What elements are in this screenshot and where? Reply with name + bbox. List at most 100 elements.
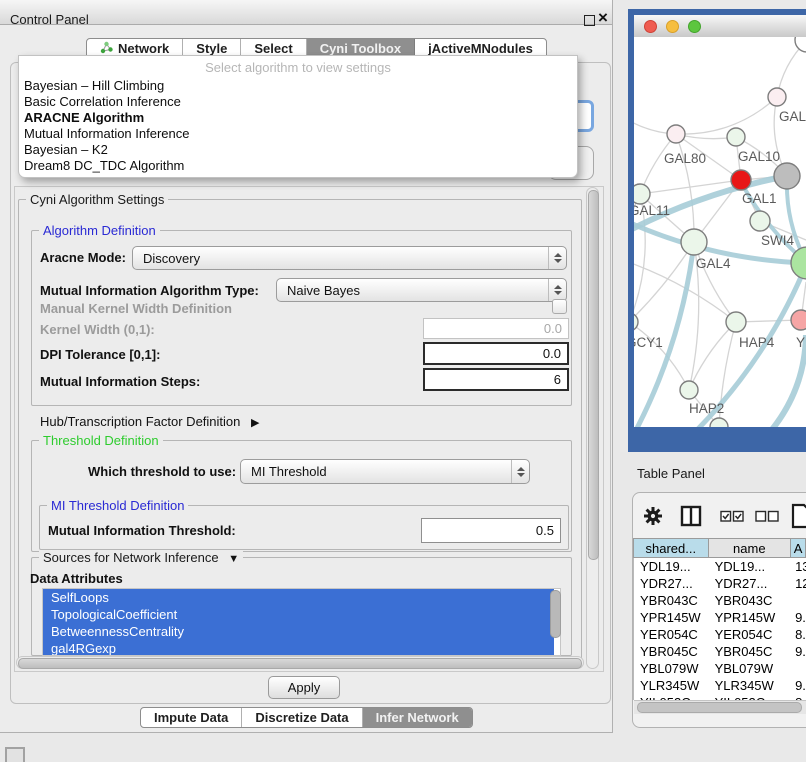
document-icon[interactable]: [791, 503, 806, 529]
table-row[interactable]: YDL19...YDL19...13: [634, 558, 806, 575]
algorithm-option[interactable]: Mutual Information Inference: [19, 126, 577, 142]
minimized-panel-icon[interactable]: [5, 747, 25, 762]
table-row[interactable]: YER054CYER054C8.: [634, 626, 806, 643]
table-cell[interactable]: YBR045C: [634, 644, 709, 659]
dpi-tolerance-field[interactable]: 0.0: [423, 342, 569, 365]
node-gray[interactable]: [774, 163, 800, 189]
mi-threshold-field[interactable]: 0.5: [421, 518, 561, 543]
data-attribute-item[interactable]: SelfLoops: [43, 589, 554, 606]
cyni-algorithm-settings-title: Cyni Algorithm Settings: [26, 192, 168, 207]
which-threshold-label: Which threshold to use:: [88, 464, 236, 479]
node-gal1[interactable]: [731, 170, 751, 190]
column-header-3[interactable]: A: [791, 539, 806, 557]
node-gal11[interactable]: [634, 184, 650, 204]
close-icon[interactable]: ×: [598, 9, 608, 26]
table-row[interactable]: YPR145WYPR145W9.: [634, 609, 806, 626]
table-row[interactable]: YBR045CYBR045C9.: [634, 643, 806, 660]
node-gal4[interactable]: [681, 229, 707, 255]
node-gal80-label: GAL80: [664, 151, 706, 166]
network-window-titlebar[interactable]: [634, 15, 806, 38]
minimize-traffic-light-icon[interactable]: [666, 20, 679, 33]
table-cell[interactable]: YLR345W: [634, 678, 709, 693]
tab-label: Infer Network: [376, 710, 459, 725]
gear-icon[interactable]: [643, 505, 663, 530]
table-cell[interactable]: YBL079W: [634, 661, 709, 676]
algorithm-option[interactable]: Bayesian – K2: [19, 142, 577, 158]
algorithm-option[interactable]: Dream8 DC_TDC Algorithm: [19, 158, 577, 174]
table-cell[interactable]: YBR043C: [634, 593, 709, 608]
table-cell[interactable]: YDR27...: [709, 576, 792, 591]
sources-title[interactable]: Sources for Network Inference ▼: [39, 550, 243, 565]
table-row[interactable]: YLR345WYLR345W9.: [634, 677, 806, 694]
table-cell[interactable]: YER054C: [634, 627, 709, 642]
network-edge: [689, 322, 736, 390]
unchecked-pair-icon[interactable]: [755, 510, 779, 526]
table-cell[interactable]: YER054C: [709, 627, 792, 642]
table-horizontal-scrollbar-thumb[interactable]: [637, 702, 802, 713]
columns-icon[interactable]: [680, 505, 702, 530]
expand-right-icon[interactable]: ▶: [251, 417, 259, 429]
column-header-2[interactable]: name: [709, 539, 792, 557]
table-cell[interactable]: 12: [791, 576, 806, 591]
node-swi4[interactable]: [750, 211, 770, 231]
table-cell[interactable]: YPR145W: [709, 610, 792, 625]
table-row[interactable]: YBL079WYBL079W: [634, 660, 806, 677]
mi-steps-field[interactable]: 6: [423, 368, 569, 391]
node-corner[interactable]: [795, 37, 806, 52]
settings-horizontal-scrollbar-thumb[interactable]: [18, 658, 582, 669]
node-gal-upper[interactable]: [768, 88, 786, 106]
node-hap4[interactable]: [726, 312, 746, 332]
mi-algorithm-type-combo[interactable]: Naive Bayes: [276, 278, 567, 302]
table-cell[interactable]: YDL19...: [709, 559, 792, 574]
data-attribute-item[interactable]: TopologicalCoefficient: [43, 606, 554, 623]
table-cell[interactable]: 9.: [791, 678, 806, 693]
algorithm-dropdown-list: Bayesian – Hill ClimbingBasic Correlatio…: [19, 78, 577, 174]
table-cell[interactable]: YDR27...: [634, 576, 709, 591]
collapse-down-icon[interactable]: ▼: [228, 553, 239, 565]
data-attributes-label: Data Attributes: [30, 571, 123, 586]
settings-vertical-scrollbar-thumb[interactable]: [588, 190, 599, 560]
algorithm-option[interactable]: ARACNE Algorithm: [19, 110, 577, 126]
checked-pair-icon[interactable]: [720, 510, 744, 526]
node-hap2[interactable]: [680, 381, 698, 399]
column-header-1[interactable]: shared...: [634, 539, 709, 557]
node-salmon[interactable]: [791, 310, 806, 330]
apply-button[interactable]: Apply: [268, 676, 340, 699]
float-window-icon[interactable]: [584, 15, 595, 26]
data-attribute-item[interactable]: BetweennessCentrality: [43, 623, 554, 640]
algorithm-dropdown-placeholder: Select algorithm to view settings: [19, 58, 577, 77]
aracne-mode-value: Discovery: [143, 251, 200, 266]
attributes-list-scrollbar[interactable]: [550, 590, 561, 638]
algorithm-option[interactable]: Bayesian – Hill Climbing: [19, 78, 577, 94]
table-cell[interactable]: YBR045C: [709, 644, 792, 659]
table-cell[interactable]: 8.: [791, 627, 806, 642]
node-swi4-label: SWI4: [761, 233, 794, 248]
table-cell[interactable]: YDL19...: [634, 559, 709, 574]
tab-discretize-data[interactable]: Discretize Data: [242, 708, 362, 727]
node-gal80[interactable]: [667, 125, 685, 143]
table-cell[interactable]: YBR043C: [709, 593, 792, 608]
manual-kernel-width-checkbox[interactable]: [552, 299, 567, 314]
zoom-traffic-light-icon[interactable]: [688, 20, 701, 33]
table-cell[interactable]: 9.: [791, 610, 806, 625]
table-cell[interactable]: 13: [791, 559, 806, 574]
table-row[interactable]: YBR043CYBR043C: [634, 592, 806, 609]
control-panel-titlebar[interactable]: [0, 0, 612, 25]
hub-section-text: Hub/Transcription Factor Definition: [40, 414, 240, 429]
hub-section-label[interactable]: Hub/Transcription Factor Definition ▶: [40, 414, 259, 429]
which-threshold-combo[interactable]: MI Threshold: [240, 459, 530, 484]
tab-infer-network[interactable]: Infer Network: [363, 708, 472, 727]
algorithm-option[interactable]: Basic Correlation Inference: [19, 94, 577, 110]
aracne-mode-combo[interactable]: Discovery: [132, 246, 567, 270]
table-row[interactable]: YDR27...YDR27...12: [634, 575, 806, 592]
table-cell[interactable]: 9.: [791, 644, 806, 659]
table-panel-title: Table Panel: [637, 466, 705, 481]
data-attribute-item[interactable]: gal4RGexp: [43, 640, 554, 656]
network-canvas[interactable]: GALGAL80GAL10GAL1GAL11SWI4GAL4GCY1HAP4YH…: [634, 37, 806, 427]
close-traffic-light-icon[interactable]: [644, 20, 657, 33]
table-cell[interactable]: YLR345W: [709, 678, 792, 693]
tab-impute-data[interactable]: Impute Data: [141, 708, 242, 727]
table-cell[interactable]: YBL079W: [709, 661, 792, 676]
node-gal10[interactable]: [727, 128, 745, 146]
table-cell[interactable]: YPR145W: [634, 610, 709, 625]
